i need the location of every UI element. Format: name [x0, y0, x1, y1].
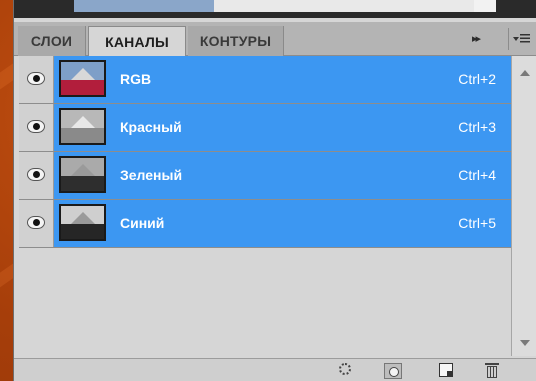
- panel-tab-bar: СЛОИ КАНАЛЫ КОНТУРЫ ▸▸: [14, 22, 536, 57]
- load-selection-icon[interactable]: [339, 363, 351, 375]
- channel-thumbnail: [59, 156, 106, 193]
- document-preview-strip: [14, 0, 536, 18]
- channel-shortcut: Ctrl+4: [458, 167, 496, 183]
- visibility-toggle[interactable]: [19, 104, 54, 151]
- tab-channels[interactable]: КАНАЛЫ: [88, 26, 186, 57]
- channel-shortcut: Ctrl+5: [458, 215, 496, 231]
- channel-row-blue[interactable]: Синий Ctrl+5: [19, 200, 511, 248]
- channel-name: RGB: [120, 71, 152, 87]
- channel-row-red[interactable]: Красный Ctrl+3: [19, 104, 511, 152]
- channel-name: Зеленый: [120, 167, 183, 183]
- collapse-panel-icon[interactable]: ▸▸: [472, 32, 481, 45]
- channel-selection[interactable]: Красный Ctrl+3: [54, 104, 511, 151]
- menu-lines-icon: [520, 34, 530, 43]
- eye-icon: [27, 120, 45, 133]
- visibility-toggle[interactable]: [19, 200, 54, 247]
- visibility-toggle[interactable]: [19, 152, 54, 199]
- visibility-toggle[interactable]: [19, 56, 54, 103]
- channel-thumbnail: [59, 204, 106, 241]
- panel-footer: [14, 358, 536, 381]
- tab-paths[interactable]: КОНТУРЫ: [188, 26, 284, 56]
- save-selection-icon[interactable]: [384, 363, 402, 379]
- eye-icon: [27, 72, 45, 85]
- panel-menu-icon[interactable]: [508, 28, 535, 50]
- channel-thumbnail: [59, 108, 106, 145]
- channel-name: Красный: [120, 119, 182, 135]
- preview-image: [474, 0, 496, 12]
- scroll-up-icon[interactable]: [520, 70, 530, 76]
- delete-channel-icon[interactable]: [485, 363, 499, 378]
- channels-panel: СЛОИ КАНАЛЫ КОНТУРЫ ▸▸ RGB Ctrl+2 Красны…: [13, 0, 536, 381]
- channel-row-green[interactable]: Зеленый Ctrl+4: [19, 152, 511, 200]
- new-channel-icon[interactable]: [439, 363, 453, 377]
- channel-list: RGB Ctrl+2 Красный Ctrl+3 Зеленый Ctrl+4: [19, 56, 511, 356]
- channel-row-rgb[interactable]: RGB Ctrl+2: [19, 56, 511, 104]
- eye-icon: [27, 216, 45, 229]
- channel-selection[interactable]: RGB Ctrl+2: [54, 56, 511, 103]
- channel-shortcut: Ctrl+2: [458, 71, 496, 87]
- preview-image: [214, 0, 474, 12]
- channel-selection[interactable]: Синий Ctrl+5: [54, 200, 511, 247]
- channel-name: Синий: [120, 215, 165, 231]
- preview-image: [74, 0, 214, 12]
- vertical-scrollbar[interactable]: [511, 56, 536, 356]
- channel-selection[interactable]: Зеленый Ctrl+4: [54, 152, 511, 199]
- channel-thumbnail: [59, 60, 106, 97]
- tab-layers[interactable]: СЛОИ: [18, 26, 86, 56]
- eye-icon: [27, 168, 45, 181]
- scroll-down-icon[interactable]: [520, 340, 530, 346]
- channel-shortcut: Ctrl+3: [458, 119, 496, 135]
- menu-triangle-icon: [513, 37, 519, 41]
